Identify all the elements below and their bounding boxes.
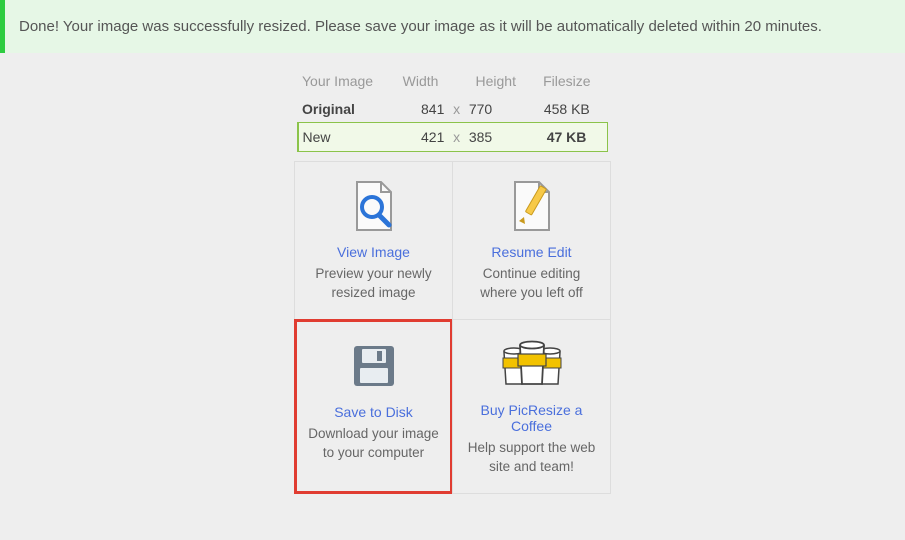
new-height: 385 bbox=[465, 123, 527, 151]
stats-table: Your Image Width Height Filesize Origina… bbox=[298, 67, 608, 151]
col-width: Width bbox=[393, 67, 449, 95]
action-grid: View Image Preview your newly resized im… bbox=[295, 161, 611, 493]
floppy-disk-icon bbox=[349, 338, 399, 394]
row-original: Original 841 x 770 458 KB bbox=[298, 95, 607, 123]
col-image: Your Image bbox=[298, 67, 393, 95]
notice-text: Done! Your image was successfully resize… bbox=[19, 18, 822, 35]
original-height: 770 bbox=[465, 95, 527, 123]
col-filesize: Filesize bbox=[527, 67, 607, 95]
success-notice: Done! Your image was successfully resize… bbox=[0, 0, 905, 53]
buy-coffee-link[interactable]: Buy PicResize a Coffee bbox=[463, 402, 600, 434]
pencil-document-icon bbox=[507, 178, 557, 234]
resume-edit-link[interactable]: Resume Edit bbox=[491, 244, 571, 260]
new-filesize: 47 KB bbox=[527, 123, 607, 151]
view-image-link[interactable]: View Image bbox=[337, 244, 410, 260]
row-new: New 421 x 385 47 KB bbox=[298, 123, 607, 151]
save-to-disk-link[interactable]: Save to Disk bbox=[334, 404, 413, 420]
buy-coffee-desc: Help support the web site and team! bbox=[463, 438, 600, 477]
save-to-disk-desc: Download your image to your computer bbox=[307, 424, 440, 463]
col-height: Height bbox=[465, 67, 527, 95]
view-image-desc: Preview your newly resized image bbox=[305, 264, 442, 303]
magnifier-document-icon bbox=[349, 178, 399, 234]
original-width: 841 bbox=[393, 95, 449, 123]
main-content: Your Image Width Height Filesize Origina… bbox=[0, 53, 905, 493]
card-resume-edit[interactable]: Resume Edit Continue editing where you l… bbox=[452, 161, 611, 320]
resume-edit-desc: Continue editing where you left off bbox=[463, 264, 600, 303]
card-buy-coffee[interactable]: Buy PicResize a Coffee Help support the … bbox=[452, 319, 611, 494]
new-label: New bbox=[298, 123, 393, 151]
coffee-cups-icon bbox=[497, 336, 567, 392]
original-filesize: 458 KB bbox=[527, 95, 607, 123]
card-view-image[interactable]: View Image Preview your newly resized im… bbox=[294, 161, 453, 320]
card-save-to-disk[interactable]: Save to Disk Download your image to your… bbox=[294, 319, 453, 494]
new-width: 421 bbox=[393, 123, 449, 151]
original-label: Original bbox=[298, 95, 393, 123]
